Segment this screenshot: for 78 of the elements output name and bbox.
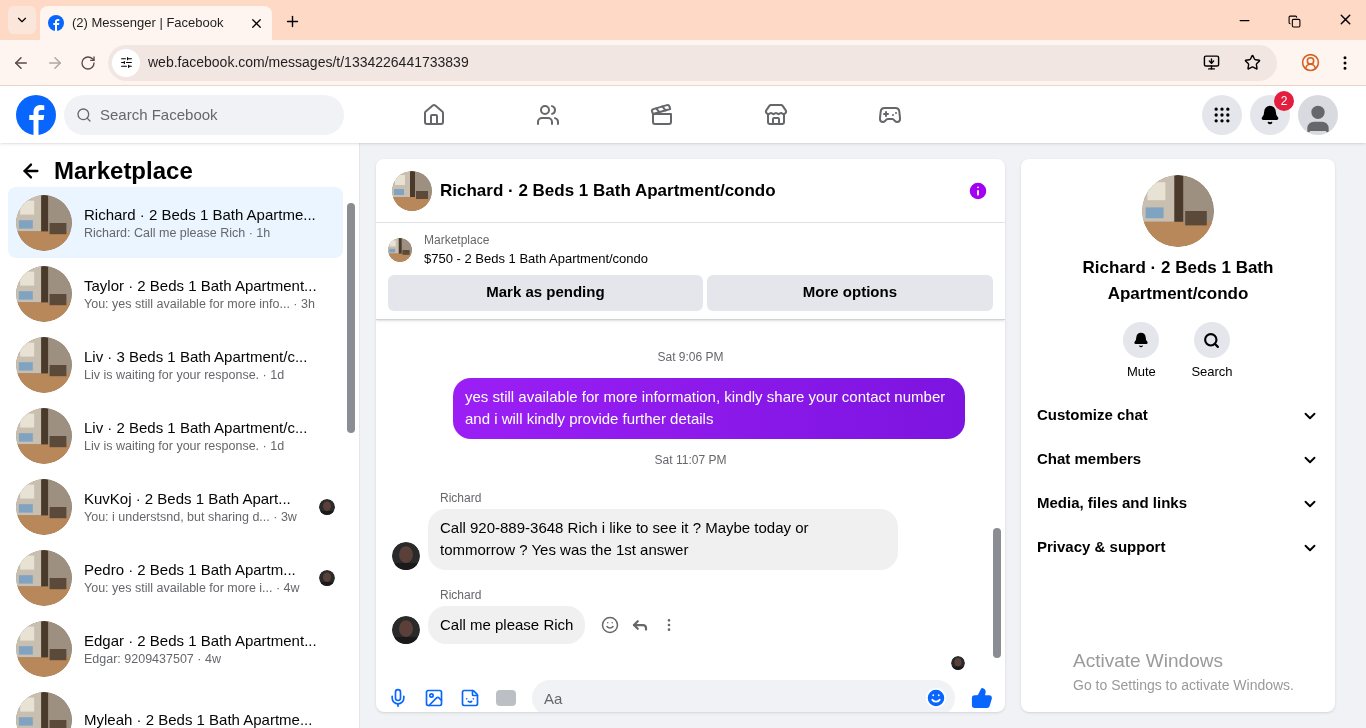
conversation-item[interactable]: Myleah · 2 Beds 1 Bath Apartme... [8,684,343,728]
sticker-icon[interactable] [460,688,480,708]
contact-title: Richard · 2 Beds 1 Bath Apartment/condo [1081,257,1275,305]
message-field[interactable]: Aa [532,680,955,712]
section-toggle[interactable]: Chat members [1037,437,1319,482]
profile-icon[interactable] [1301,53,1320,72]
scrollbar[interactable] [347,203,355,433]
received-message: Call 920-889-3648 Rich i like to see it ? Maybe today or tommorrow ? Yes was the 1st answer [428,508,898,570]
bell-icon [1260,104,1280,125]
restore-icon[interactable] [1288,15,1301,28]
listing-action-button[interactable]: More options [706,274,993,311]
section-toggle[interactable]: Media, files and links [1037,481,1319,526]
timestamp: Sat 11:07 PM [653,451,728,469]
sent-message: yes still available for more information, kindly share your contact number and i will kindly provide further details [453,377,965,439]
browser-tab[interactable]: (2) Messenger | Facebook [40,6,272,40]
received-message: Call me please Rich [428,605,586,644]
menu-button[interactable] [1202,94,1242,135]
new-tab-icon[interactable] [284,13,301,30]
tab-title: (2) Messenger | Facebook [72,14,225,33]
marketplace-icon[interactable] [764,102,788,127]
address-bar[interactable]: web.facebook.com/messages/t/1334226441733839 [108,44,1277,81]
conversation-title: Myleah · 2 Beds 1 Bath Apartme... [84,709,313,728]
info-icon[interactable] [967,179,989,202]
conversation-item[interactable]: KuvKoj · 2 Beds 1 Bath Apart... You: i understsnd, but sharing d... · 3w [8,471,343,542]
listing-action-button[interactable]: Mark as pending [388,274,703,311]
conversation-title: Liv · 3 Beds 1 Bath Apartment/c... [84,346,308,367]
section-toggle[interactable]: Customize chat [1037,393,1319,438]
timestamp: Sat 9:06 PM [656,348,725,366]
install-app-icon[interactable] [1203,54,1220,71]
conversation-title: Edgar · 2 Beds 1 Bath Apartment... [84,630,317,651]
notification-badge: 2 [1274,90,1294,111]
bell-icon [1133,332,1150,348]
conversation-title: Pedro · 2 Beds 1 Bath Apartm... [84,559,296,580]
conversation-item[interactable]: Taylor · 2 Beds 1 Bath Apartment... You: yes still available for more info... · 3h [8,258,343,329]
conversation-preview: You: i understsnd, but sharing d... · 3w [84,508,297,525]
activation-title: Activate Windows [1073,648,1224,673]
search-field[interactable]: Search Facebook [64,94,344,135]
conversation-preview: Edgar: 9209437507 · 4w [84,650,221,667]
conversation-preview: Liv is waiting for your response. · 1d [84,437,285,454]
emoji-icon[interactable] [925,687,947,709]
conversation-preview: Richard: Call me please Rich · 1h [84,224,271,241]
video-icon[interactable] [650,102,674,127]
search-icon [76,106,92,123]
bookmark-icon[interactable] [1244,54,1261,71]
sender-name: Richard [440,489,483,507]
conversation-item[interactable]: Edgar · 2 Beds 1 Bath Apartment... Edgar: 9209437507 · 4w [8,613,343,684]
listing-label: Marketplace [424,232,491,249]
activation-text: Go to Settings to activate Windows. [1073,676,1294,695]
microphone-icon[interactable] [388,688,408,708]
url-text: web.facebook.com/messages/t/1334226441733839 [148,53,470,72]
conversation-title: Liv · 2 Beds 1 Bath Apartment/c... [84,417,308,438]
conversation-item[interactable]: Pedro · 2 Beds 1 Bath Apartm... You: yes still available for more i... · 4w [8,542,343,613]
conversation-preview: You: yes still available for more info... · 3h [84,295,315,312]
sender-name: Richard [440,586,483,604]
friends-icon[interactable] [536,102,560,127]
facebook-logo-icon[interactable] [16,94,56,135]
conversation-item[interactable]: Liv · 3 Beds 1 Bath Apartment/c... Liv is waiting for your response. · 1d [8,329,343,400]
conversation-preview: Liv is waiting for your response. · 1d [84,366,285,383]
search-icon [1203,331,1221,349]
react-icon[interactable] [601,615,620,634]
panel-title: Marketplace [54,156,193,186]
conversation-title: KuvKoj · 2 Beds 1 Bath Apart... [84,488,291,509]
reload-icon[interactable] [80,54,96,71]
home-icon[interactable] [422,102,446,127]
conversation-preview: You: yes still available for more i... · 4w [84,579,300,596]
photo-icon[interactable] [424,688,444,708]
like-icon[interactable] [971,687,993,709]
section-toggle[interactable]: Privacy & support [1037,525,1319,570]
conversation-item[interactable]: Liv · 2 Beds 1 Bath Apartment/c... Liv is waiting for your response. · 1d [8,400,343,471]
conversation-title: Taylor · 2 Beds 1 Bath Apartment... [84,275,317,296]
chat-title: Richard · 2 Beds 1 Bath Apartment/condo [440,179,777,202]
conversation-title: Richard · 2 Beds 1 Bath Apartme... [84,204,316,225]
conversation-item[interactable]: Richard · 2 Beds 1 Bath Apartme... Richard: Call me please Rich · 1h [8,187,343,258]
site-settings-icon[interactable] [112,48,140,77]
scrollbar[interactable] [993,528,1001,658]
facebook-logo-icon [48,15,64,31]
listing-name: $750 - 2 Beds 1 Bath Apartment/condo [424,250,649,268]
account-button[interactable] [1298,94,1338,135]
